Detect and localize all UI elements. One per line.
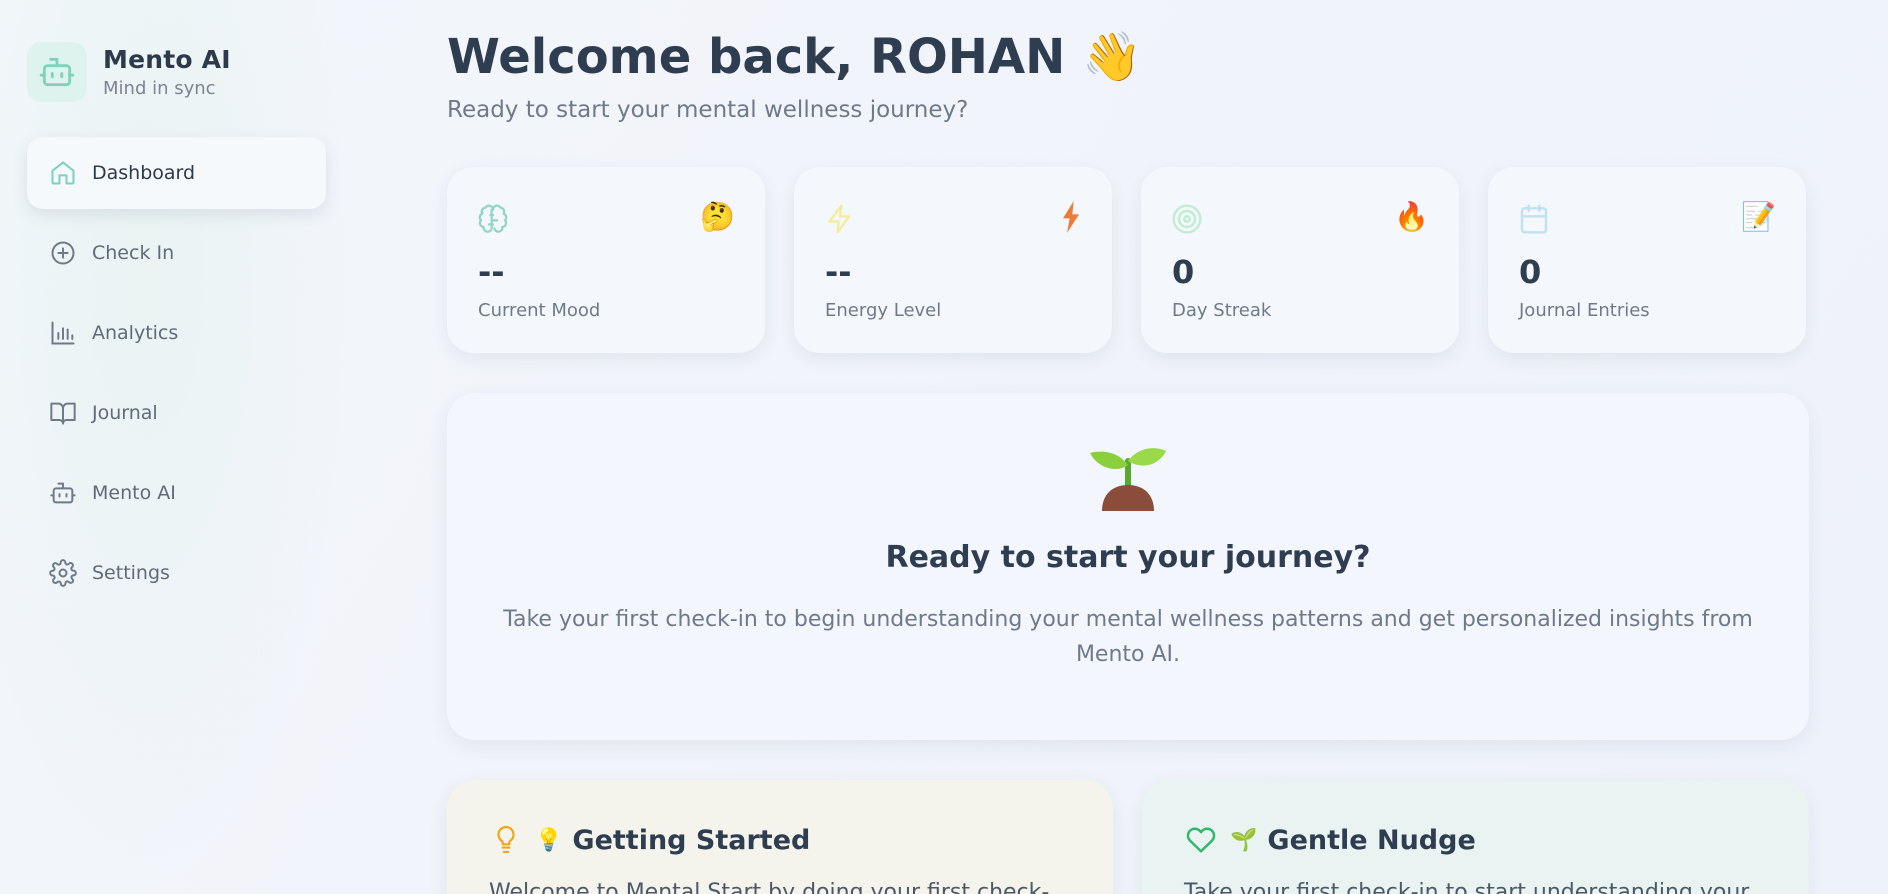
stat-card-energy[interactable]: -- Energy Level <box>794 167 1112 353</box>
robot-icon <box>47 477 79 509</box>
memo-icon: 📝 <box>1741 200 1776 233</box>
journey-card: Ready to start your journey? Take your f… <box>447 393 1809 740</box>
stat-value: -- <box>825 253 852 291</box>
heart-icon <box>1186 824 1216 856</box>
lightning-icon <box>824 203 856 235</box>
plus-circle-icon <box>47 237 79 269</box>
stat-value: 0 <box>1172 253 1195 291</box>
stat-label: Journal Entries <box>1519 300 1650 321</box>
lightbulb-icon <box>491 824 521 856</box>
stat-value: 0 <box>1519 253 1542 291</box>
sprout-icon <box>447 431 1809 511</box>
stat-label: Current Mood <box>478 300 601 321</box>
stat-card-streak[interactable]: 🔥 0 Day Streak <box>1141 167 1459 353</box>
page-subtitle: Ready to start your mental wellness jour… <box>447 97 969 123</box>
sidebar-item-label: Journal <box>92 402 158 424</box>
sidebar-item-label: Analytics <box>92 322 179 344</box>
card-title: Getting Started <box>572 824 811 856</box>
journey-title: Ready to start your journey? <box>885 540 1371 575</box>
thinking-face-icon: 🤔 <box>700 200 735 233</box>
sidebar-item-label: Check In <box>92 242 175 264</box>
bar-chart-icon <box>47 317 79 349</box>
sidebar-item-label: Mento AI <box>92 482 176 504</box>
sidebar-item-label: Settings <box>92 562 170 584</box>
page-title: Welcome back, ROHAN 👋 <box>447 29 1142 85</box>
brand-tagline: Mind in sync <box>103 78 216 99</box>
sidebar-item-journal[interactable]: Journal <box>27 377 326 449</box>
brand[interactable]: Mento AI Mind in sync <box>27 42 231 102</box>
stats-row: 🤔 -- Current Mood -- Energy Level 🔥 0 Da… <box>447 167 1809 353</box>
lightbulb-emoji-icon: 💡 <box>535 827 563 853</box>
lightning-emoji-icon <box>1060 201 1082 240</box>
stat-label: Day Streak <box>1172 300 1272 321</box>
book-icon <box>47 397 79 429</box>
sidebar: Mento AI Mind in sync Dashboard Check In <box>0 0 360 894</box>
target-icon <box>1171 203 1203 235</box>
sidebar-item-check-in[interactable]: Check In <box>27 217 326 289</box>
sidebar-nav: Dashboard Check In Analytics Journal Men… <box>27 137 326 617</box>
robot-icon <box>27 42 87 102</box>
sprout-emoji-icon: 🌱 <box>1230 827 1258 853</box>
sidebar-item-analytics[interactable]: Analytics <box>27 297 326 369</box>
home-icon <box>47 157 79 189</box>
getting-started-card: 💡 Getting Started Welcome to Mental Star… <box>447 780 1113 894</box>
brain-icon <box>477 203 509 235</box>
card-body: Welcome to Mental Start by doing your fi… <box>489 880 1050 894</box>
stat-label: Energy Level <box>825 300 942 321</box>
stat-card-journal[interactable]: 📝 0 Journal Entries <box>1488 167 1806 353</box>
card-title: Gentle Nudge <box>1267 824 1476 856</box>
gear-icon <box>47 557 79 589</box>
brand-name: Mento AI <box>103 45 231 74</box>
gentle-nudge-card: 🌱 Gentle Nudge Take your first check-in … <box>1142 780 1809 894</box>
stat-value: -- <box>478 253 505 291</box>
sidebar-item-settings[interactable]: Settings <box>27 537 326 609</box>
journey-description: Take your first check-in to begin unders… <box>503 607 1753 667</box>
sidebar-item-dashboard[interactable]: Dashboard <box>27 137 326 209</box>
sidebar-item-mento-ai[interactable]: Mento AI <box>27 457 326 529</box>
calendar-icon <box>1518 203 1550 235</box>
stat-card-mood[interactable]: 🤔 -- Current Mood <box>447 167 765 353</box>
sidebar-item-label: Dashboard <box>92 162 196 184</box>
card-body: Take your first check-in to start unders… <box>1184 880 1750 894</box>
fire-icon: 🔥 <box>1394 200 1429 233</box>
